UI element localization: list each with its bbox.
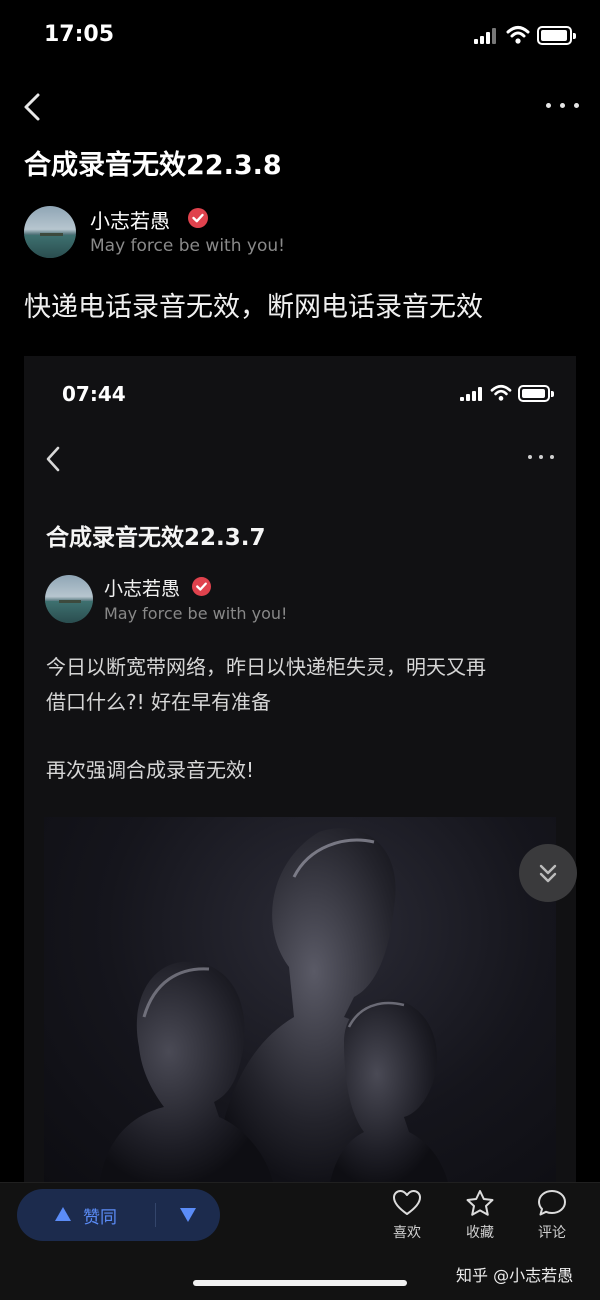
embedded-author-name: 小志若愚 bbox=[104, 578, 181, 600]
star-icon bbox=[466, 1190, 494, 1216]
battery-icon bbox=[537, 26, 576, 45]
scroll-down-button[interactable] bbox=[519, 844, 577, 902]
home-indicator[interactable] bbox=[193, 1280, 407, 1286]
embedded-verified-badge-icon bbox=[192, 577, 211, 596]
embedded-body-line: 今日以断宽带网络，昨日以快递柜失灵，明天又再 bbox=[46, 655, 486, 679]
article-body: 快递电话录音无效，断网电话录音无效 bbox=[24, 292, 483, 323]
more-options-button[interactable] bbox=[540, 96, 584, 116]
embedded-title: 合成录音无效22.3.7 bbox=[46, 525, 266, 551]
embedded-chevron-left-icon bbox=[46, 446, 60, 472]
upvote-label: 赞同 bbox=[83, 1208, 117, 1228]
embedded-body-line: 再次强调合成录音无效! bbox=[46, 758, 255, 782]
embedded-more-dots-icon bbox=[526, 452, 560, 464]
upvote-button[interactable]: 赞同 bbox=[17, 1189, 155, 1241]
heart-icon bbox=[393, 1190, 421, 1215]
triangle-down-icon bbox=[180, 1208, 196, 1222]
chevron-left-icon bbox=[24, 93, 40, 121]
author-bio: May force be with you! bbox=[90, 236, 285, 256]
cellular-signal-icon bbox=[474, 28, 498, 44]
article-title: 合成录音无效22.3.8 bbox=[24, 150, 282, 181]
author-avatar[interactable] bbox=[24, 206, 76, 258]
status-time: 17:05 bbox=[44, 22, 115, 47]
favorite-label: 收藏 bbox=[466, 1225, 494, 1241]
vote-divider bbox=[155, 1203, 156, 1227]
favorite-button[interactable]: 收藏 bbox=[450, 1189, 510, 1241]
author-name[interactable]: 小志若愚 bbox=[90, 205, 170, 234]
watermark-text: 知乎 @小志若愚 bbox=[456, 1266, 574, 1285]
embedded-status-time: 07:44 bbox=[62, 382, 126, 406]
triangle-up-icon bbox=[55, 1207, 71, 1221]
embedded-author-bio: May force be with you! bbox=[104, 604, 288, 623]
wifi-icon bbox=[506, 26, 530, 44]
comment-icon bbox=[538, 1190, 566, 1216]
embedded-avatar bbox=[45, 575, 93, 623]
like-label: 喜欢 bbox=[393, 1225, 421, 1241]
embedded-body-line: 借口什么?! 好在早有准备 bbox=[46, 690, 271, 714]
verified-badge-icon bbox=[188, 208, 208, 228]
comment-button[interactable]: 评论 bbox=[522, 1189, 582, 1241]
vote-control: 赞同 bbox=[17, 1189, 220, 1241]
comment-label: 评论 bbox=[538, 1225, 566, 1241]
embedded-cellular-signal-icon bbox=[460, 387, 482, 401]
double-chevron-down-icon bbox=[539, 864, 557, 883]
embedded-battery-icon bbox=[518, 385, 554, 402]
downvote-button[interactable] bbox=[157, 1189, 220, 1241]
embedded-screenshot-image[interactable]: 07:44 合成录音无效22.3.7 小志若愚 May force be wit… bbox=[24, 356, 576, 1182]
embedded-wifi-icon bbox=[490, 384, 512, 401]
back-button[interactable] bbox=[18, 90, 48, 124]
like-button[interactable]: 喜欢 bbox=[377, 1189, 437, 1241]
embedded-poster-photo bbox=[44, 817, 556, 1182]
